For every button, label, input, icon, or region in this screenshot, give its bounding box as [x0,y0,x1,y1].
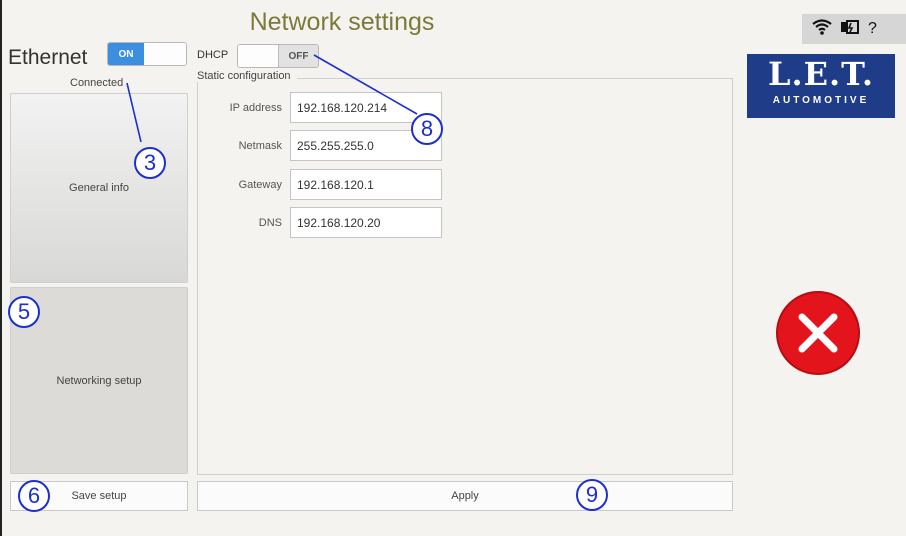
window-left-border [0,0,2,536]
ethernet-toggle-on: ON [108,43,144,65]
logo-sub-text: AUTOMOTIVE [772,95,870,106]
error-cross-icon [775,290,861,376]
netmask-label: Netmask [238,139,282,152]
ip-address-label: IP address [229,101,282,114]
logo-main-text: L.E.T. [768,55,874,93]
netmask-row: Netmask 255.255.255.0 [200,130,442,161]
dhcp-toggle-off: OFF [278,45,318,67]
dns-input[interactable]: 192.168.120.20 [290,207,442,238]
wifi-icon [812,18,832,40]
callout-8: 8 [411,113,443,145]
dns-row: DNS 192.168.120.20 [200,207,442,238]
apply-button[interactable]: Apply [197,481,733,511]
gateway-label: Gateway [238,178,282,191]
ethernet-label: Ethernet [8,46,88,69]
help-icon[interactable]: ? [868,21,877,37]
page-title: Network settings [249,8,435,36]
static-config-title: Static configuration [197,70,297,82]
ethernet-toggle[interactable]: ON [107,42,187,66]
gateway-row: Gateway 192.168.120.1 [200,169,442,200]
toggle-knob [144,43,186,65]
let-automotive-logo: L.E.T. AUTOMOTIVE [747,54,895,118]
dhcp-label: DHCP [197,49,229,61]
ip-address-row: IP address 192.168.120.214 [200,92,442,123]
callout-5: 5 [8,296,40,328]
toggle-knob [238,45,278,67]
dhcp-toggle[interactable]: OFF [237,44,319,68]
callout-3: 3 [134,147,166,179]
callout-9: 9 [576,479,608,511]
gateway-input[interactable]: 192.168.120.1 [290,169,442,200]
connection-status: Connected [70,77,124,89]
battery-plug-icon [840,19,860,40]
status-bar: ? [802,14,906,44]
dns-label: DNS [258,216,282,229]
general-info-button[interactable]: General info [10,93,188,283]
callout-6: 6 [18,480,50,512]
